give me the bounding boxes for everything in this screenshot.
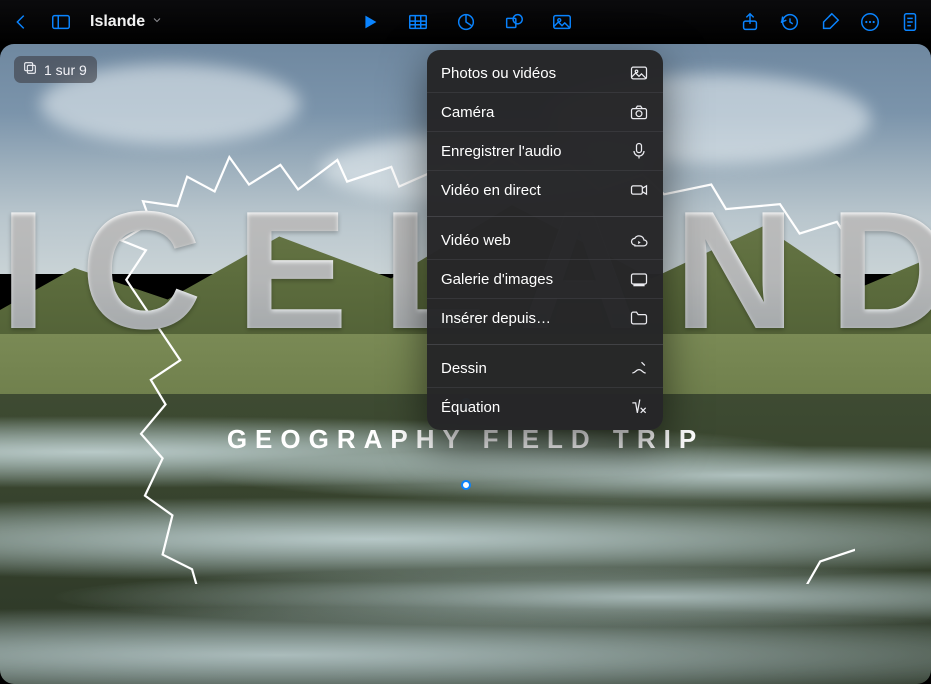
menu-group-create: Dessin Équation [427, 344, 663, 430]
menu-item-equation[interactable]: Équation [427, 387, 663, 426]
table-button[interactable] [407, 11, 429, 33]
menu-item-label: Photos ou vidéos [441, 65, 556, 82]
menu-item-live-video[interactable]: Vidéo en direct [427, 170, 663, 209]
share-button[interactable] [739, 11, 761, 33]
menu-item-label: Dessin [441, 360, 487, 377]
menu-group-capture: Photos ou vidéos Caméra Enregistrer l'au… [427, 50, 663, 213]
menu-item-camera[interactable]: Caméra [427, 92, 663, 131]
back-button[interactable] [10, 11, 32, 33]
menu-item-record-audio[interactable]: Enregistrer l'audio [427, 131, 663, 170]
document-settings-button[interactable] [899, 11, 921, 33]
menu-item-label: Enregistrer l'audio [441, 143, 561, 160]
format-brush-button[interactable] [819, 11, 841, 33]
shape-button[interactable] [503, 11, 525, 33]
menu-item-label: Vidéo web [441, 232, 511, 249]
chart-button[interactable] [455, 11, 477, 33]
toolbar: Islande [0, 0, 931, 44]
draw-icon [629, 358, 649, 378]
equation-icon [629, 397, 649, 417]
slide-counter-badge[interactable]: 1 sur 9 [14, 56, 97, 83]
gallery-icon [629, 269, 649, 289]
selection-handle-bottom[interactable] [461, 480, 471, 490]
slide-counter-label: 1 sur 9 [44, 62, 87, 78]
menu-item-label: Équation [441, 399, 500, 416]
menu-item-drawing[interactable]: Dessin [427, 349, 663, 387]
cloud-icon [629, 230, 649, 250]
more-button[interactable] [859, 11, 881, 33]
history-button[interactable] [779, 11, 801, 33]
sidebar-toggle-button[interactable] [50, 11, 72, 33]
menu-item-label: Insérer depuis… [441, 310, 551, 327]
menu-item-label: Caméra [441, 104, 494, 121]
microphone-icon [629, 141, 649, 161]
menu-item-image-gallery[interactable]: Galerie d'images [427, 259, 663, 298]
menu-item-label: Vidéo en direct [441, 182, 541, 199]
menu-item-web-video[interactable]: Vidéo web [427, 221, 663, 259]
menu-item-label: Galerie d'images [441, 271, 553, 288]
live-video-icon [629, 180, 649, 200]
doc-title-label: Islande [90, 13, 145, 31]
app-frame: Islande [0, 0, 931, 684]
insert-media-menu: Photos ou vidéos Caméra Enregistrer l'au… [427, 50, 663, 430]
photos-icon [629, 63, 649, 83]
chevron-down-icon [151, 13, 163, 31]
camera-icon [629, 102, 649, 122]
doc-title[interactable]: Islande [90, 13, 163, 31]
stack-icon [22, 60, 38, 79]
menu-item-photos[interactable]: Photos ou vidéos [427, 54, 663, 92]
menu-group-sources: Vidéo web Galerie d'images Insérer depui… [427, 216, 663, 341]
media-button[interactable] [551, 11, 573, 33]
play-button[interactable] [359, 11, 381, 33]
folder-icon [629, 308, 649, 328]
menu-item-insert-from[interactable]: Insérer depuis… [427, 298, 663, 337]
